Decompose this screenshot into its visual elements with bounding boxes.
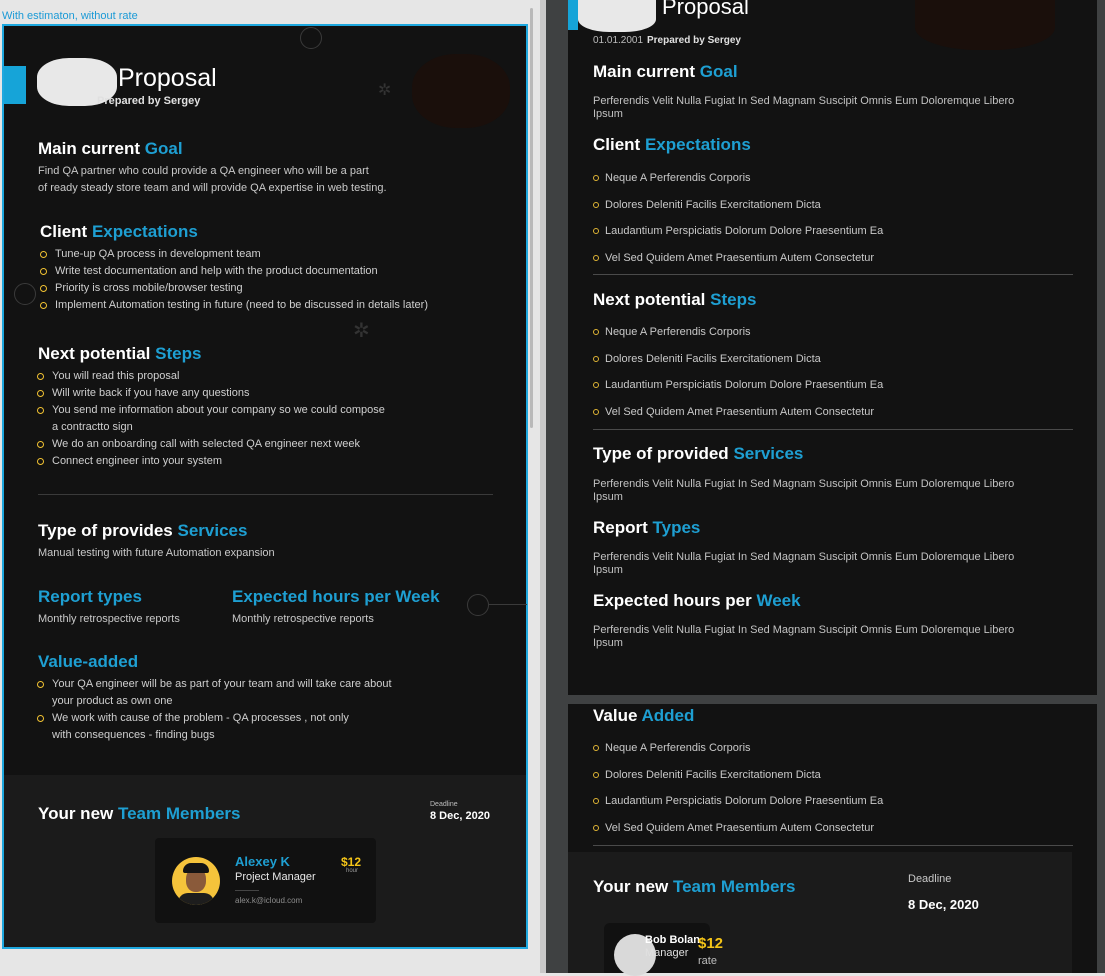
goal-heading: Main current Goal: [593, 62, 738, 81]
list-item: Laudantium Perspiciatis Dolorum Dolore P…: [593, 379, 883, 406]
member-name: Alexey K: [235, 854, 290, 869]
page-title: Proposal: [662, 0, 749, 19]
section-divider: [593, 845, 1073, 846]
list-item: We work with cause of the problem - QA p…: [37, 710, 392, 727]
steps-heading: Next potential Steps: [38, 344, 202, 363]
list-item: Write test documentation and help with t…: [40, 263, 428, 280]
list-item: Neque A Perferendis Corporis: [593, 326, 883, 353]
avatar: [172, 857, 220, 905]
services-text-line1: Perferendis Velit Nulla Fugiat In Sed Ma…: [593, 478, 1015, 490]
value-list: Your QA engineer will be as part of your…: [37, 676, 392, 744]
list-item: You send me information about your compa…: [37, 402, 385, 419]
report-text-line1: Perferendis Velit Nulla Fugiat In Sed Ma…: [593, 551, 1015, 563]
expectations-list: Neque A Perferendis Corporis Dolores Del…: [593, 172, 883, 278]
section-divider: [593, 429, 1073, 430]
list-item-continuation: your product as own one: [52, 695, 173, 707]
list-item: Dolores Deleniti Facilis Exercitationem …: [593, 199, 883, 226]
list-item: Neque A Perferendis Corporis: [593, 742, 883, 769]
list-item: Priority is cross mobile/browser testing: [40, 280, 428, 297]
steps-list: Neque A Perferendis Corporis Dolores Del…: [593, 326, 883, 432]
list-item: Will write back if you have any question…: [37, 385, 385, 402]
hours-heading: Expected hours per Week: [232, 587, 440, 606]
services-heading: Type of provides Services: [38, 521, 248, 540]
deco-circle: [300, 27, 322, 49]
value-heading: Value Added: [593, 706, 695, 725]
decorative-blob: [412, 54, 510, 128]
member-role: Project Manager: [235, 871, 316, 883]
proposal-date: 01.01.2001: [593, 35, 644, 46]
deco-line: [489, 604, 527, 605]
list-item-continuation: with consequences - finding bugs: [52, 729, 215, 741]
hours-text-line1: Perferendis Velit Nulla Fugiat In Sed Ma…: [593, 624, 1015, 636]
goal-text-line2: of ready steady store team and will prov…: [38, 182, 387, 194]
list-item: Laudantium Perspiciatis Dolorum Dolore P…: [593, 225, 883, 252]
list-item: You will read this proposal: [37, 368, 385, 385]
list-item: Dolores Deleniti Facilis Exercitationem …: [593, 769, 883, 796]
expectations-heading: Client Expectations: [593, 135, 751, 154]
goal-text-line1: Perferendis Velit Nulla Fugiat In Sed Ma…: [593, 95, 1015, 107]
expectations-heading: Client Expectations: [40, 222, 198, 241]
prepared-by: Prepared by Sergey: [97, 95, 201, 107]
goal-text-line1: Find QA partner who could provide a QA e…: [38, 165, 369, 177]
report-heading: Report Types: [593, 518, 701, 537]
goal-text-line2: Ipsum: [593, 108, 623, 120]
hours-text-line2: Ipsum: [593, 637, 623, 649]
member-divider: [235, 890, 259, 891]
expectations-list: Tune-up QA process in development team W…: [40, 246, 428, 314]
value-list: Neque A Perferendis Corporis Dolores Del…: [593, 742, 883, 848]
list-item: Neque A Perferendis Corporis: [593, 172, 883, 199]
member-price-unit: hour: [346, 868, 359, 874]
scrollbar-thumb[interactable]: [530, 8, 533, 428]
frame-label: With estimaton, without rate: [2, 10, 138, 22]
title-accent-bar: [4, 66, 26, 104]
list-item: Laudantium Perspiciatis Dolorum Dolore P…: [593, 795, 883, 822]
member-price: $12: [341, 855, 362, 869]
bug-icon: ✲: [353, 320, 370, 342]
steps-heading: Next potential Steps: [593, 290, 757, 309]
member-price: $12: [698, 935, 724, 952]
team-heading: Your new Team Members: [593, 877, 796, 896]
services-text-line2: Ipsum: [593, 491, 623, 503]
team-heading: Your new Team Members: [38, 804, 241, 823]
section-divider: [593, 274, 1073, 275]
list-item: Dolores Deleniti Facilis Exercitationem …: [593, 353, 883, 380]
member-name: Bob Bolan: [645, 934, 700, 946]
page-title: Proposal: [118, 64, 217, 92]
member-email[interactable]: alex.k@icloud.com: [235, 896, 302, 905]
member-role: Manager: [645, 947, 689, 959]
deco-circle: [467, 594, 489, 616]
list-item-continuation: a contractto sign: [52, 421, 133, 433]
list-item: Tune-up QA process in development team: [40, 246, 428, 263]
deadline-label: Deadline: [908, 873, 952, 885]
section-divider: [38, 494, 493, 495]
list-item: Connect engineer into your system: [37, 453, 385, 470]
logo-redaction: [578, 0, 656, 32]
list-item: Implement Automation testing in future (…: [40, 297, 428, 314]
services-heading: Type of provided Services: [593, 444, 804, 463]
deadline-value: 8 Dec, 2020: [430, 810, 490, 822]
list-item: We do an onboarding call with selected Q…: [37, 436, 385, 453]
list-item: Your QA engineer will be as part of your…: [37, 676, 392, 693]
services-text: Manual testing with future Automation ex…: [38, 547, 275, 559]
bug-icon: ✲: [378, 82, 392, 99]
prepared-by: Prepared by Sergey: [647, 35, 741, 46]
steps-list: You will read this proposal Will write b…: [37, 368, 385, 470]
deco-circle: [14, 283, 36, 305]
report-types-text: Monthly retrospective reports: [38, 613, 180, 625]
member-price-unit: rate: [698, 955, 717, 967]
hours-text: Monthly retrospective reports: [232, 613, 374, 625]
report-types-heading: Report types: [38, 587, 142, 606]
report-text-line2: Ipsum: [593, 564, 623, 576]
deadline-value: 8 Dec, 2020: [908, 897, 979, 912]
decorative-blob: [915, 0, 1055, 50]
hours-heading: Expected hours per Week: [593, 591, 801, 610]
value-heading: Value-added: [38, 652, 139, 671]
goal-heading: Main current Goal: [38, 139, 183, 158]
title-accent-bar: [568, 0, 578, 30]
deadline-label: Deadline: [430, 801, 458, 808]
